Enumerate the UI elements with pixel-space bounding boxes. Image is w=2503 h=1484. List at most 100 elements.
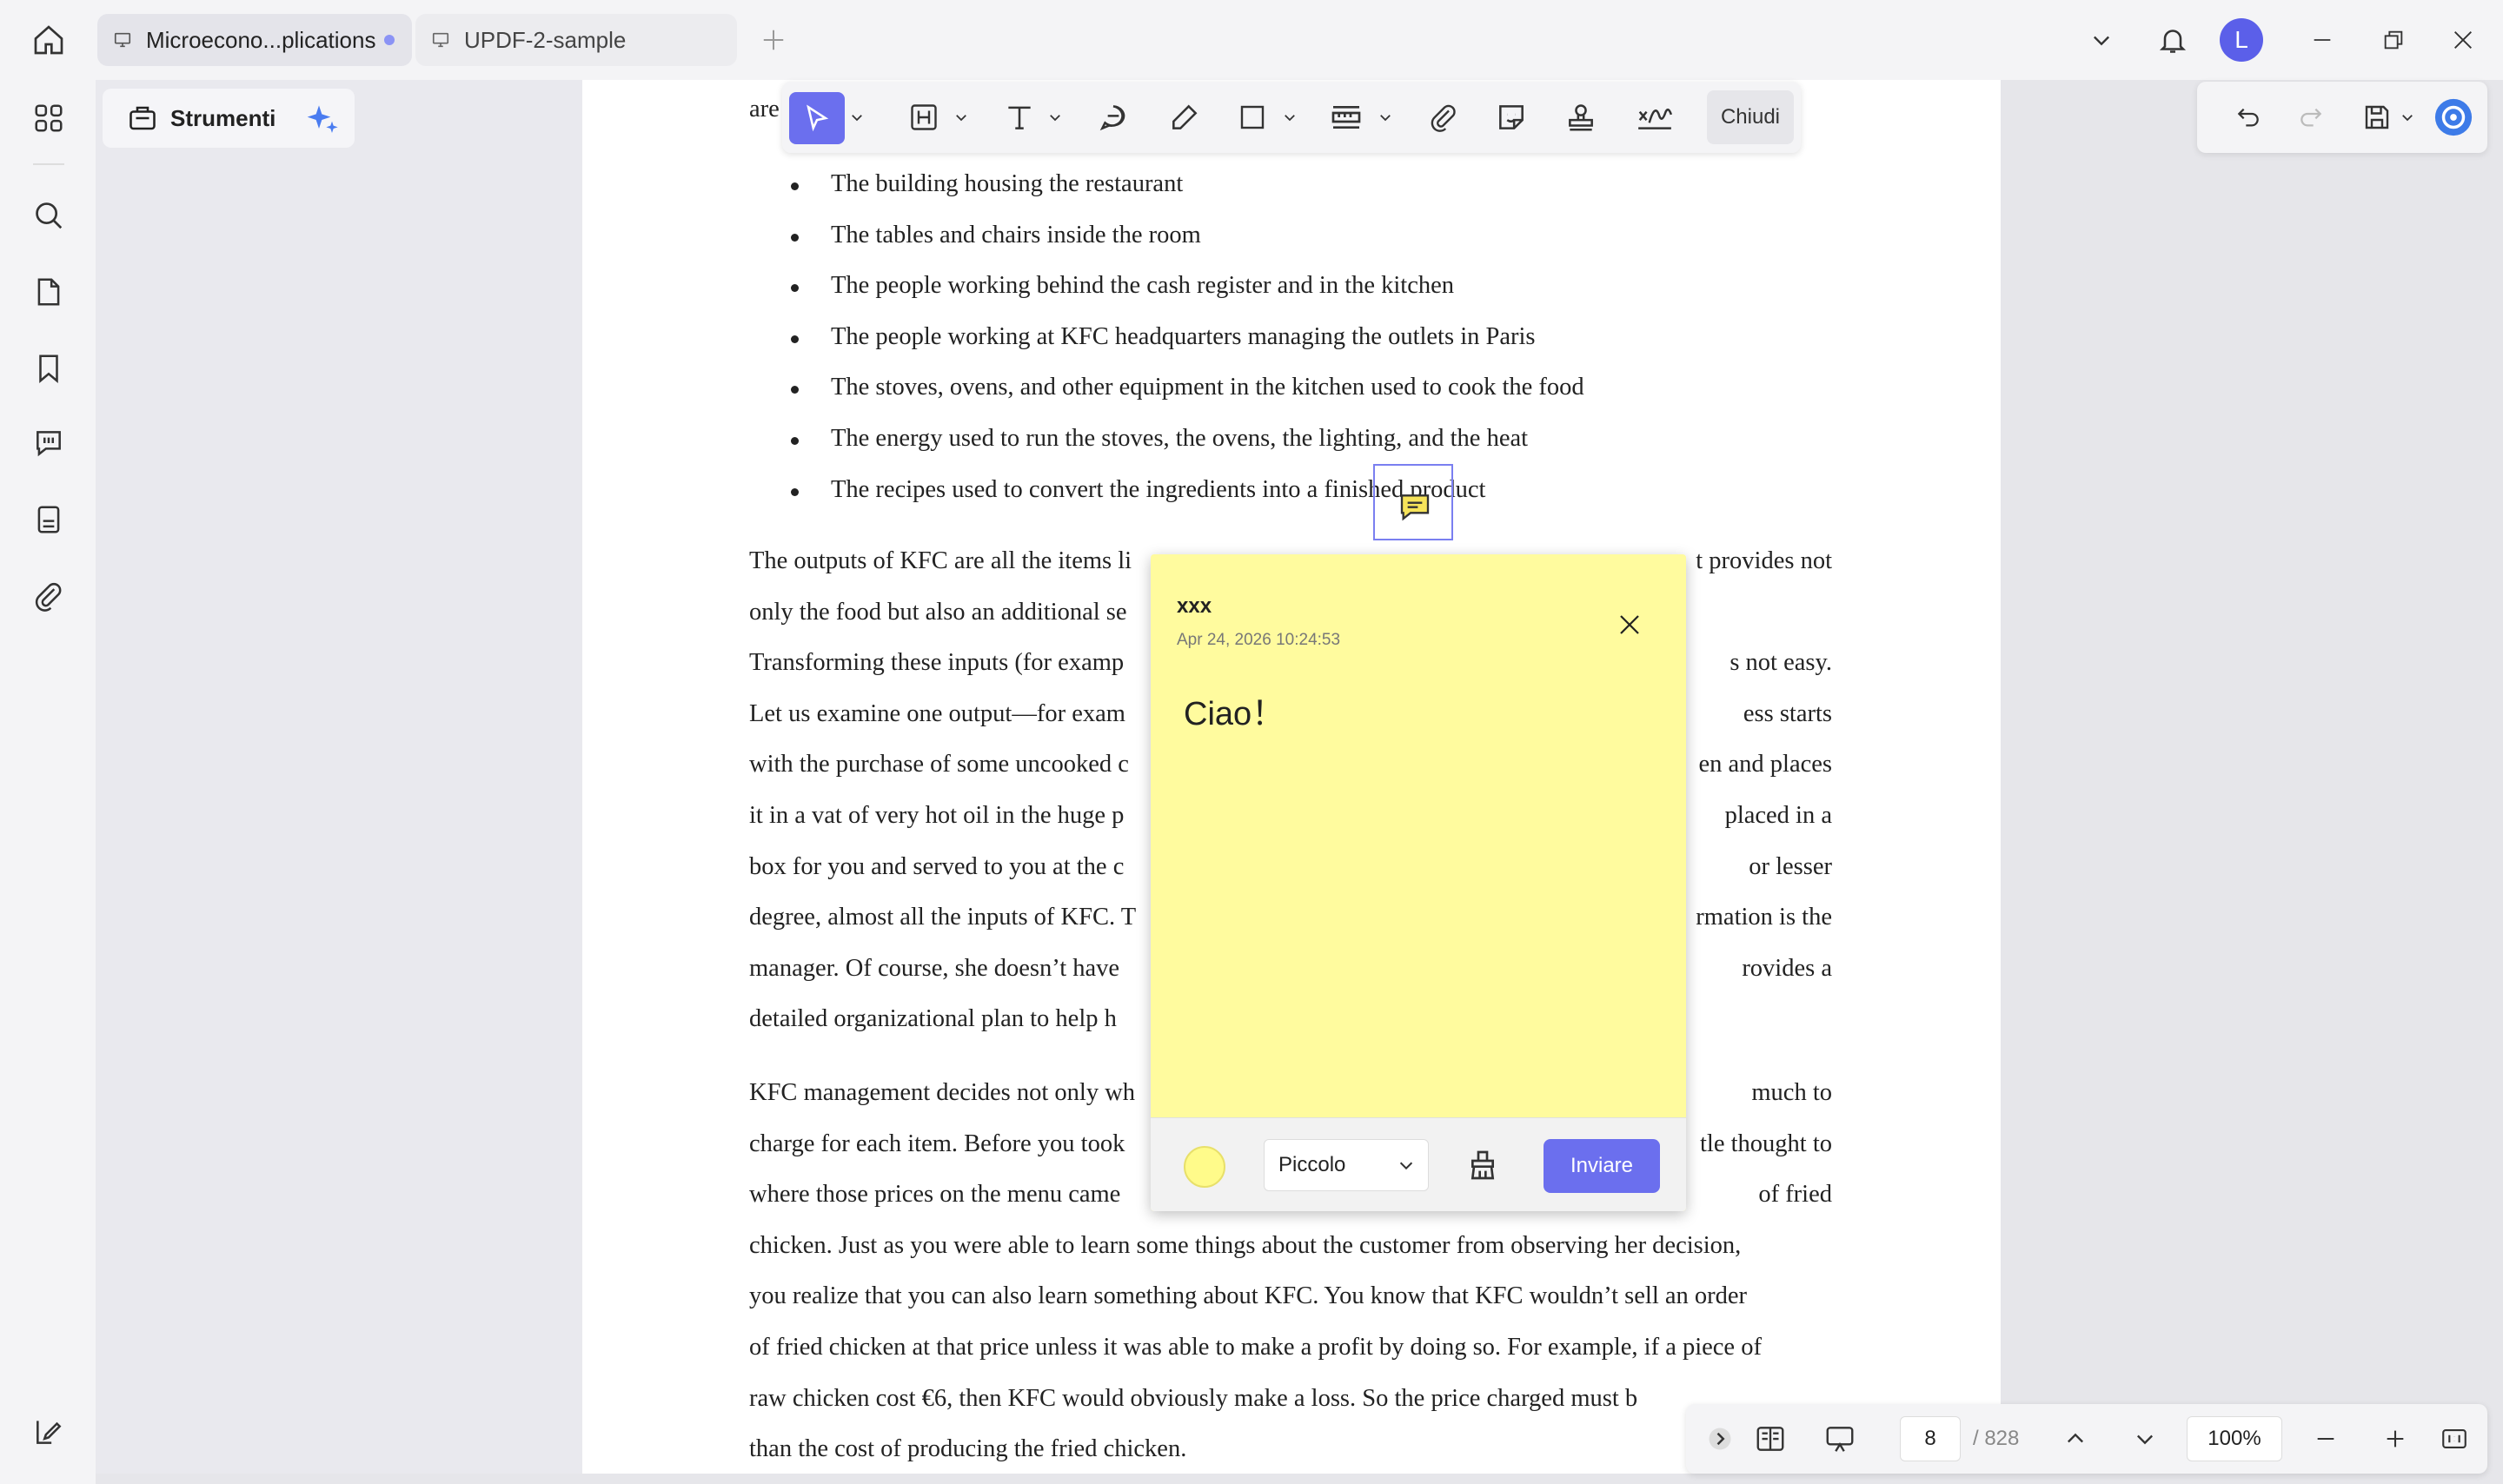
undo-button[interactable] bbox=[2228, 97, 2268, 137]
rail-edit-sidebar-button[interactable] bbox=[26, 1409, 71, 1454]
highlight-icon bbox=[911, 104, 937, 130]
rail-bookmarks-button[interactable] bbox=[26, 346, 71, 391]
rail-forms-button[interactable] bbox=[26, 497, 71, 542]
page-number-input[interactable]: 8 bbox=[1900, 1416, 1961, 1461]
chevron-down-icon bbox=[2094, 36, 2109, 46]
doc-fragment: are bbox=[749, 96, 780, 123]
paragraph-line: KFC management decides not only wh bbox=[749, 1079, 1136, 1106]
zoom-level-input[interactable]: 100% bbox=[2187, 1416, 2282, 1461]
bullet-marker bbox=[791, 437, 799, 445]
paragraph-line-tail: tle thought to bbox=[1700, 1130, 1832, 1157]
select-tool-button[interactable] bbox=[789, 92, 845, 144]
minimize-icon bbox=[2314, 39, 2331, 41]
comment-tool-button[interactable] bbox=[1093, 97, 1133, 137]
note-close-button[interactable] bbox=[1611, 606, 1648, 643]
text-tool-button[interactable] bbox=[999, 97, 1039, 137]
note-footer: Piccolo Inviare bbox=[1151, 1117, 1686, 1211]
tab-updf-sample[interactable]: UPDF-2-sample bbox=[415, 14, 737, 66]
title-bar: Microecono...plications UPDF-2-sample L bbox=[0, 0, 2503, 80]
paragraph-line-tail: rovides a bbox=[1742, 954, 1832, 982]
text-dropdown[interactable] bbox=[1046, 97, 1064, 137]
attach-tool-button[interactable] bbox=[1424, 97, 1464, 137]
chevron-right-circle-icon bbox=[1709, 1428, 1731, 1450]
unsaved-dot bbox=[384, 35, 395, 45]
text-icon bbox=[1008, 106, 1031, 129]
rail-comments-button[interactable] bbox=[26, 421, 71, 466]
chevron-down-icon bbox=[2402, 115, 2413, 122]
eraser-icon bbox=[1471, 1150, 1495, 1180]
home-icon bbox=[34, 25, 63, 55]
save-dropdown[interactable] bbox=[2399, 97, 2416, 137]
shape-tool-button[interactable] bbox=[1232, 97, 1272, 137]
next-page-button[interactable] bbox=[2126, 1420, 2164, 1458]
bookmark-icon bbox=[39, 354, 58, 383]
tabs-dropdown-button[interactable] bbox=[2081, 19, 2122, 61]
tab-label: UPDF-2-sample bbox=[464, 26, 627, 53]
rail-attachments-button[interactable] bbox=[26, 573, 71, 619]
note-size-select[interactable]: Piccolo bbox=[1264, 1139, 1429, 1191]
highlight-tool-button[interactable] bbox=[904, 97, 944, 137]
shape-dropdown[interactable] bbox=[1281, 97, 1298, 137]
clear-note-button[interactable] bbox=[1462, 1144, 1504, 1186]
paragraph-line: The outputs of KFC are all the items li bbox=[749, 547, 1132, 574]
history-toolbar bbox=[2197, 82, 2487, 153]
tools-panel: Strumenti bbox=[96, 80, 582, 1474]
minimize-button[interactable] bbox=[2301, 19, 2343, 61]
send-button[interactable]: Inviare bbox=[1544, 1139, 1660, 1193]
signature-tool-button[interactable] bbox=[1630, 97, 1679, 137]
new-tab-button[interactable] bbox=[754, 21, 793, 59]
previous-page-button[interactable] bbox=[2056, 1420, 2095, 1458]
select-dropdown[interactable] bbox=[848, 97, 866, 137]
save-icon bbox=[2365, 105, 2389, 129]
redo-icon bbox=[2301, 108, 2322, 127]
ai-sparkle-icon[interactable] bbox=[306, 103, 341, 137]
notifications-button[interactable] bbox=[2152, 19, 2194, 61]
paragraph-line: chicken. Just as you were able to learn … bbox=[749, 1231, 1742, 1259]
zoom-out-button[interactable] bbox=[2307, 1420, 2345, 1458]
presentation-button[interactable] bbox=[1818, 1420, 1862, 1458]
sticker-tool-button[interactable] bbox=[1491, 97, 1531, 137]
comment-marker[interactable] bbox=[1373, 464, 1453, 540]
pencil-tool-button[interactable] bbox=[1165, 97, 1205, 137]
zoom-in-button[interactable] bbox=[2376, 1420, 2414, 1458]
expand-nav-button[interactable] bbox=[1705, 1420, 1735, 1458]
tools-tab[interactable]: Strumenti bbox=[103, 89, 355, 148]
bullet-marker bbox=[791, 233, 799, 242]
rail-search-button[interactable] bbox=[26, 193, 71, 238]
rail-pages-button[interactable] bbox=[26, 269, 71, 315]
monitor-icon bbox=[113, 28, 137, 52]
stamp-tool-button[interactable] bbox=[1561, 97, 1601, 137]
bullet-marker bbox=[791, 487, 799, 496]
close-window-button[interactable] bbox=[2442, 19, 2484, 61]
ai-assistant-icon bbox=[2434, 98, 2473, 136]
page-layout-button[interactable] bbox=[1749, 1420, 1792, 1458]
ai-assistant-button[interactable] bbox=[2432, 97, 2475, 137]
actual-size-button[interactable] bbox=[2435, 1420, 2473, 1458]
paragraph-line: where those prices on the menu came bbox=[749, 1181, 1121, 1209]
chevron-down-icon bbox=[1285, 115, 1295, 122]
close-toolbar-button[interactable]: Chiudi bbox=[1707, 90, 1794, 144]
rail-tools-button[interactable] bbox=[26, 96, 71, 141]
tab-microeconomics[interactable]: Microecono...plications bbox=[97, 14, 412, 66]
note-timestamp: Apr 24, 2026 10:24:53 bbox=[1177, 631, 1341, 649]
avatar[interactable]: L bbox=[2220, 18, 2263, 62]
bullet-item: The people working at KFC headquarters m… bbox=[831, 322, 1536, 350]
home-button[interactable] bbox=[24, 16, 73, 64]
paragraph-line: box for you and served to you at the c bbox=[749, 852, 1125, 880]
ruler-icon bbox=[1331, 106, 1361, 129]
note-color-picker[interactable] bbox=[1184, 1146, 1225, 1188]
bullet-item: The tables and chairs inside the room bbox=[831, 221, 1201, 248]
paragraph-line-tail: or lesser bbox=[1749, 852, 1832, 880]
measure-dropdown[interactable] bbox=[1377, 97, 1394, 137]
plus-icon bbox=[2387, 1430, 2404, 1448]
redo-button[interactable] bbox=[2291, 97, 2331, 137]
note-content-input[interactable]: Ciao！ bbox=[1184, 686, 1285, 734]
book-layout-icon bbox=[1756, 1427, 1784, 1451]
highlight-dropdown[interactable] bbox=[953, 97, 970, 137]
plus-icon bbox=[763, 30, 784, 50]
page-total: / 828 bbox=[1973, 1427, 2020, 1450]
restore-button[interactable] bbox=[2373, 19, 2414, 61]
presentation-icon bbox=[1826, 1427, 1854, 1452]
measure-tool-button[interactable] bbox=[1326, 97, 1366, 137]
save-button[interactable] bbox=[2357, 97, 2397, 137]
